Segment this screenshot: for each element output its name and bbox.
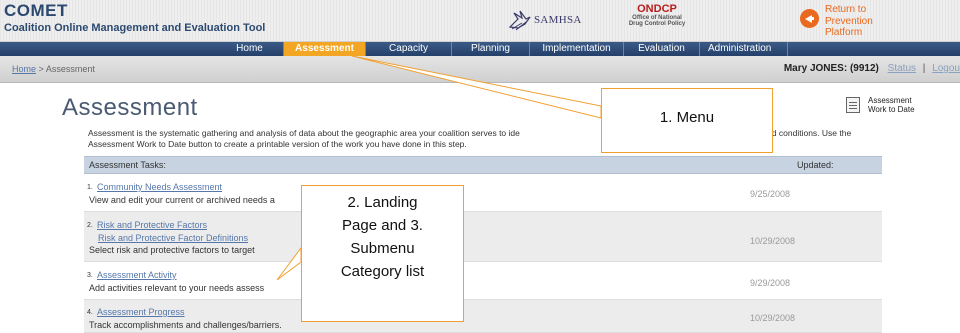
menu-callout-text: 1. Menu [659,109,715,126]
menu-callout-pointer [351,55,602,119]
callout-pointers [276,55,602,281]
landing-callout-line-1: 2. Landing [347,194,418,211]
landing-page-callout: 2. Landing Page and 3. Submenu Category … [301,185,464,322]
landing-callout-line-2: Page and 3. [342,217,423,234]
landing-callout-line-4: Category list [340,263,425,280]
landing-callout-pointer [276,246,302,281]
menu-callout: 1. Menu [601,88,773,153]
landing-callout-line-3: Submenu [350,240,415,257]
